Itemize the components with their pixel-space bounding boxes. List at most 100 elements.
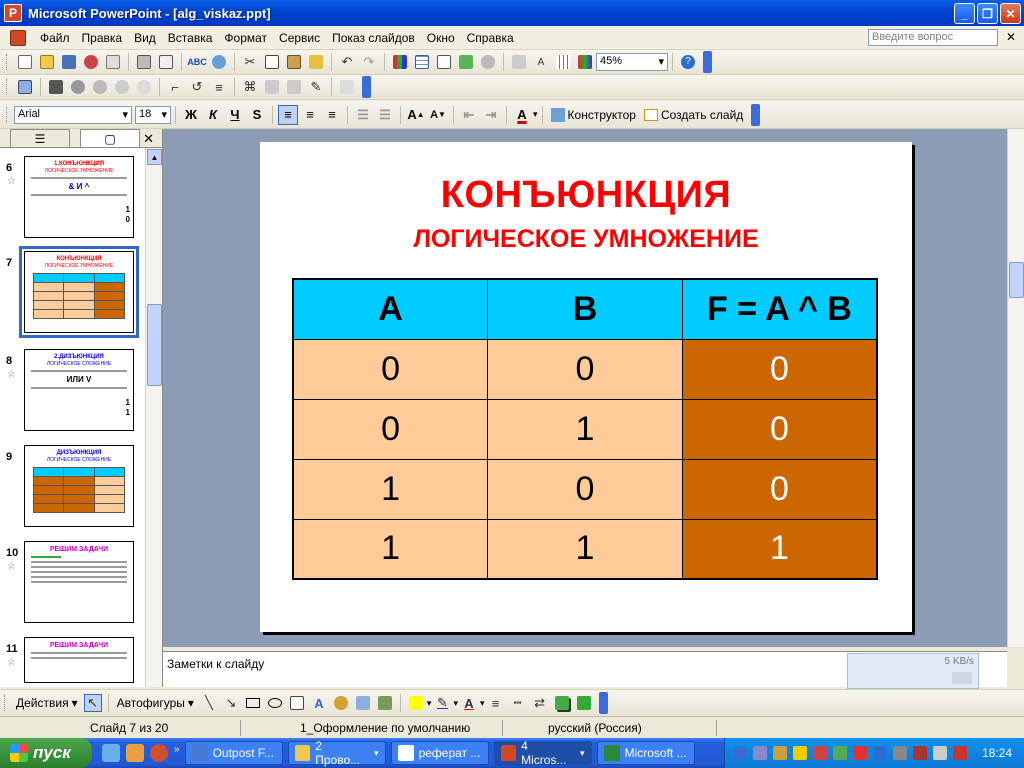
result-cell[interactable]: 1 — [681, 518, 878, 580]
header-f[interactable]: F = A ^ B — [681, 278, 878, 340]
zoom-select[interactable]: 45% ▾ — [596, 53, 668, 71]
truth-table[interactable]: A B F = A ^ B 0 0 0 0 1 0 1 0 0 1 1 1 — [292, 278, 878, 580]
color-grayscale-icon[interactable] — [576, 53, 594, 71]
increase-font-icon[interactable]: A ▲ — [406, 105, 426, 125]
print-icon[interactable] — [135, 53, 153, 71]
restore-button[interactable]: ❐ — [977, 3, 998, 24]
menu-file[interactable]: Файл — [34, 31, 76, 45]
dash-style-icon[interactable]: ┅ — [509, 694, 527, 712]
picture-icon[interactable] — [376, 694, 394, 712]
select-objects-icon[interactable]: ↖ — [83, 694, 102, 712]
grid-icon[interactable]: A — [532, 53, 550, 71]
table-cell[interactable]: 0 — [292, 338, 489, 400]
minimize-button[interactable]: _ — [954, 3, 975, 24]
insert-chart-icon[interactable] — [391, 53, 409, 71]
menu-view[interactable]: Вид — [128, 31, 162, 45]
tray-app-icon[interactable] — [813, 746, 827, 760]
decrease-font-icon[interactable]: A ▼ — [428, 105, 448, 125]
italic-button[interactable]: К — [203, 105, 223, 125]
crop-icon[interactable]: ⌐ — [166, 78, 184, 96]
tray-app-icon[interactable] — [873, 746, 887, 760]
set-transparent-icon[interactable]: ✎ — [307, 78, 325, 96]
actions-menu[interactable]: Действия ▾ — [12, 696, 82, 710]
more-brightness-icon[interactable] — [113, 78, 131, 96]
more-contrast-icon[interactable] — [69, 78, 87, 96]
font-select[interactable]: Arial ▾ — [14, 105, 132, 124]
bullets-icon[interactable]: ☰ — [375, 105, 395, 125]
task-outpost[interactable]: Outpost F... — [184, 741, 283, 765]
new-slide-button[interactable]: Создать слайд — [640, 108, 747, 122]
wordart-icon[interactable]: A — [310, 694, 328, 712]
3d-style-icon[interactable] — [575, 694, 593, 712]
underline-button[interactable]: Ч — [225, 105, 245, 125]
header-b[interactable]: B — [487, 278, 683, 340]
table-cell[interactable]: 1 — [487, 398, 683, 460]
toolbar-overflow-icon[interactable] — [362, 76, 371, 98]
align-right-icon[interactable]: ≡ — [322, 105, 342, 125]
close-button[interactable]: ✕ — [1000, 3, 1021, 24]
powerpoint-app-icon[interactable]: P — [4, 4, 22, 22]
textbox-icon[interactable] — [288, 694, 306, 712]
tray-app-icon[interactable] — [913, 746, 927, 760]
rectangle-icon[interactable] — [244, 694, 262, 712]
tray-app-icon[interactable] — [753, 746, 767, 760]
print-preview-icon[interactable] — [157, 53, 175, 71]
expand-all-icon[interactable] — [479, 53, 497, 71]
shadow-style-icon[interactable] — [553, 694, 571, 712]
clipart-icon[interactable] — [354, 694, 372, 712]
quicklaunch-expand-icon[interactable]: » — [174, 744, 180, 762]
result-cell[interactable]: 0 — [681, 338, 878, 400]
insert-diagram-icon[interactable] — [457, 53, 475, 71]
color-picture-icon[interactable] — [47, 78, 65, 96]
research-icon[interactable] — [210, 53, 228, 71]
align-center-icon[interactable]: ≡ — [300, 105, 320, 125]
tray-volume-icon[interactable] — [933, 746, 947, 760]
arrow-icon[interactable]: ↘ — [222, 694, 240, 712]
document-close-icon[interactable]: ✕ — [1006, 30, 1016, 44]
tray-app-icon[interactable] — [773, 746, 787, 760]
redo-icon[interactable]: ↷ — [360, 53, 378, 71]
result-cell[interactable]: 0 — [681, 458, 878, 520]
menu-help[interactable]: Справка — [461, 31, 520, 45]
diagram-icon[interactable] — [332, 694, 350, 712]
rotate-icon[interactable]: ↺ — [188, 78, 206, 96]
oval-icon[interactable] — [266, 694, 284, 712]
tray-app-icon[interactable] — [793, 746, 807, 760]
tray-app-icon[interactable] — [893, 746, 907, 760]
chevron-down-icon[interactable]: ▾ — [453, 698, 458, 709]
increase-indent-icon[interactable]: ⇥ — [481, 105, 501, 125]
undo-icon[interactable]: ↶ — [338, 53, 356, 71]
toolbar-grip[interactable] — [6, 54, 9, 70]
menu-edit[interactable]: Правка — [76, 31, 129, 45]
less-brightness-icon[interactable] — [135, 78, 153, 96]
table-cell[interactable]: 0 — [487, 458, 683, 520]
new-icon[interactable] — [16, 53, 34, 71]
align-left-icon[interactable]: ≡ — [278, 104, 298, 125]
table-cell[interactable]: 1 — [292, 518, 489, 580]
task-word[interactable]: реферат ... — [390, 741, 489, 765]
insert-picture-icon[interactable] — [16, 78, 34, 96]
result-cell[interactable]: 0 — [681, 398, 878, 460]
tab-outline[interactable]: ☰ — [10, 129, 70, 147]
slide-subtitle[interactable]: ЛОГИЧЕСКОЕ УМНОЖЕНИЕ — [260, 225, 912, 254]
spelling-icon[interactable]: ABC — [187, 53, 207, 71]
start-button[interactable]: пуск — [0, 738, 92, 768]
current-slide[interactable]: КОНЪЮНКЦИЯ ЛОГИЧЕСКОЕ УМНОЖЕНИЕ A B F = … — [260, 142, 912, 632]
chevron-down-icon[interactable]: ▾ — [480, 698, 485, 709]
toolbar-overflow-icon[interactable] — [598, 692, 608, 714]
format-picture-icon[interactable] — [285, 78, 303, 96]
arrow-style-icon[interactable]: ⇄ — [531, 694, 549, 712]
shadow-button[interactable]: S — [247, 105, 267, 125]
font-color-icon[interactable]: A — [512, 105, 532, 125]
line-style-icon[interactable]: ≡ — [210, 78, 228, 96]
line-icon[interactable]: ╲ — [200, 694, 218, 712]
document-icon[interactable] — [10, 29, 26, 46]
recolor-icon[interactable] — [263, 78, 281, 96]
tray-shield-icon[interactable] — [853, 746, 867, 760]
font-size-select[interactable]: 18 ▾ — [135, 105, 171, 124]
menu-window[interactable]: Окно — [421, 31, 461, 45]
email-icon[interactable] — [104, 53, 122, 71]
close-panel-icon[interactable]: ✕ — [143, 131, 154, 147]
reset-picture-icon[interactable] — [338, 78, 356, 96]
less-contrast-icon[interactable] — [91, 78, 109, 96]
